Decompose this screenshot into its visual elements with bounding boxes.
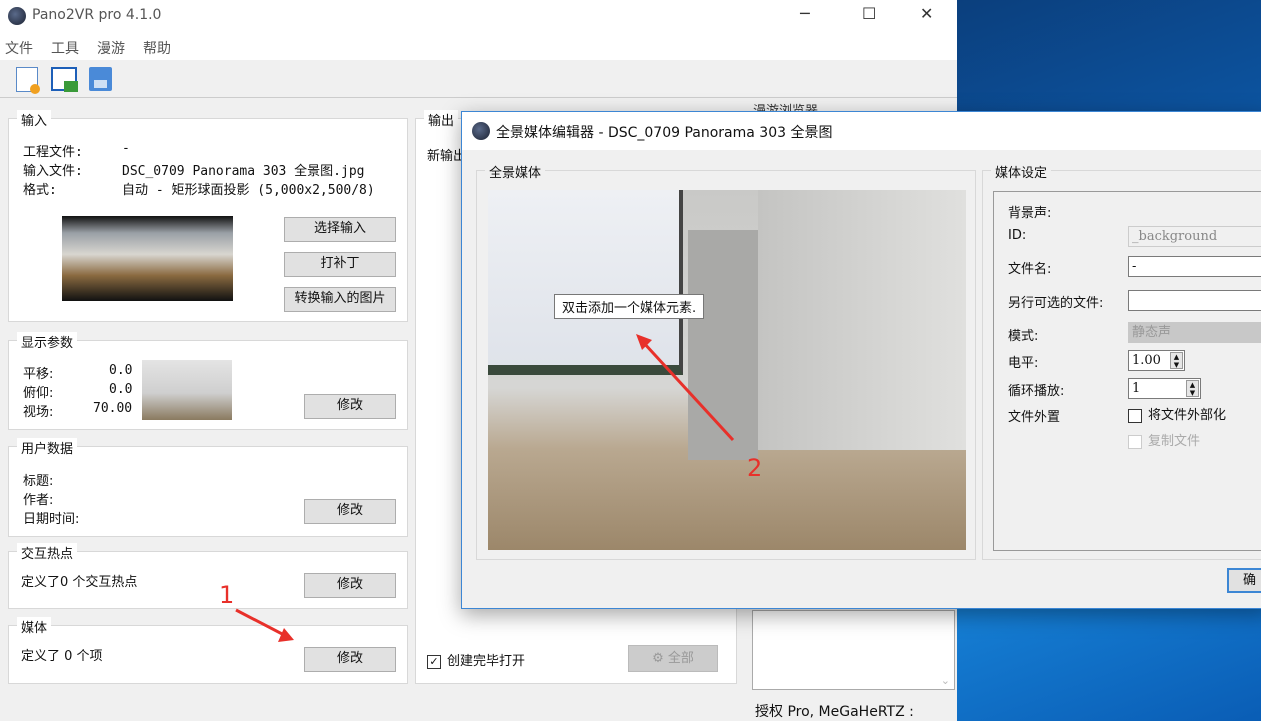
annotation-arrow-2 xyxy=(641,340,735,442)
annotation-arrow-1 xyxy=(235,608,287,638)
arrow-head-1 xyxy=(278,628,294,642)
annotation-layer: 1 2 xyxy=(219,334,762,642)
annotation-label-2: 2 xyxy=(747,454,762,482)
annotation-label-1: 1 xyxy=(219,581,234,609)
